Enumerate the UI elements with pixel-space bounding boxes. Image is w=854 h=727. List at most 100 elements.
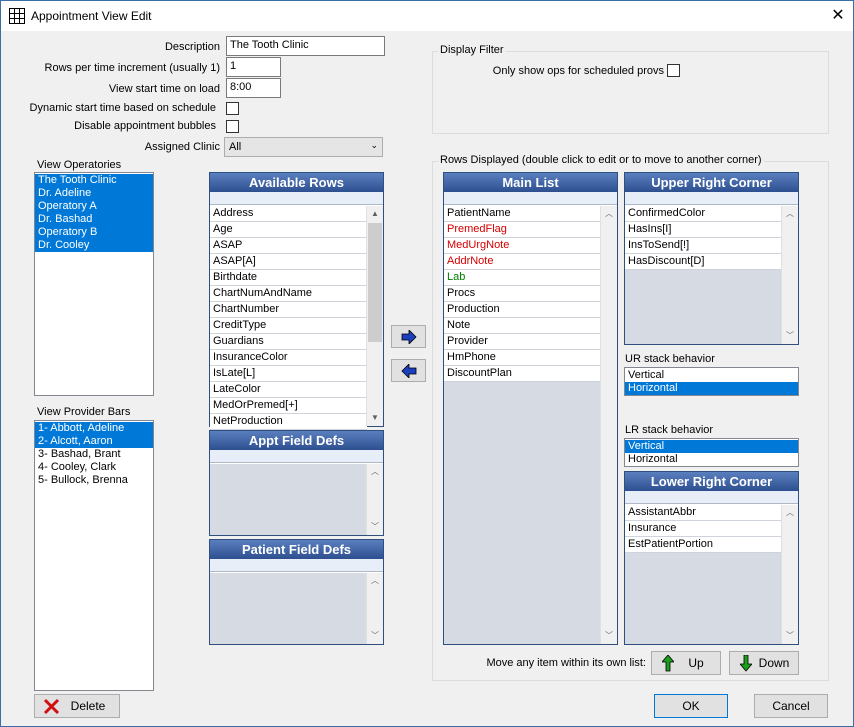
provider-item[interactable]: 1- Abbott, Adeline — [35, 422, 153, 435]
move-up-button[interactable]: Up — [651, 651, 721, 675]
description-field[interactable]: The Tooth Clinic — [226, 36, 385, 56]
upper-right-row[interactable]: HasIns[I] — [625, 222, 782, 238]
available-row[interactable]: ASAP[A] — [210, 254, 367, 270]
assigned-clinic-select[interactable]: All ⌄ — [224, 137, 383, 157]
scroll-down-icon[interactable]: ▼ — [367, 410, 383, 426]
available-row[interactable]: CreditType — [210, 318, 367, 334]
main-list-row[interactable]: DiscountPlan — [444, 366, 601, 382]
dynamic-start-checkbox[interactable] — [226, 102, 239, 115]
provider-item[interactable]: 5- Bullock, Brenna — [35, 474, 153, 487]
lr-stack-option[interactable]: Horizontal — [625, 453, 798, 466]
move-right-button[interactable] — [391, 325, 426, 348]
disable-bubbles-label: Disable appointment bubbles — [74, 120, 216, 132]
lower-right-title: Lower Right Corner — [625, 472, 798, 491]
available-row[interactable]: InsuranceColor — [210, 350, 367, 366]
scroll-up-icon[interactable]: ︿ — [367, 464, 383, 480]
available-row[interactable]: Guardians — [210, 334, 367, 350]
available-rows-grid[interactable]: Available Rows Address Age ASAP ASAP[A] Birt… — [209, 172, 384, 430]
operatories-list[interactable]: The Tooth Clinic Dr. Adeline Operatory A Dr… — [34, 172, 154, 396]
patient-field-defs-grid[interactable]: Patient Field Defs ︿ ﹀ — [209, 539, 384, 645]
provider-item[interactable]: 3- Bashad, Brant — [35, 448, 153, 461]
available-row[interactable]: IsLate[L] — [210, 366, 367, 382]
ok-button[interactable]: OK — [654, 694, 728, 718]
operatory-item[interactable]: Dr. Adeline — [35, 187, 153, 200]
rows-per-increment-field[interactable]: 1 — [226, 57, 281, 77]
main-list-row[interactable]: MedUrgNote — [444, 238, 601, 254]
lr-stack-list[interactable]: Vertical Horizontal — [624, 438, 799, 467]
main-list-row[interactable]: Procs — [444, 286, 601, 302]
upper-right-grid[interactable]: Upper Right Corner ConfirmedColor HasIns[… — [624, 172, 799, 345]
available-row[interactable]: Address — [210, 206, 367, 222]
available-row[interactable]: Birthdate — [210, 270, 367, 286]
upper-right-row[interactable]: InsToSend[!] — [625, 238, 782, 254]
scroll-up-icon[interactable]: ︿ — [782, 505, 798, 521]
only-show-ops-checkbox[interactable] — [667, 64, 680, 77]
ur-stack-list[interactable]: Vertical Horizontal — [624, 367, 799, 396]
only-show-ops-label: Only show ops for scheduled provs — [492, 65, 664, 77]
scroll-up-icon[interactable]: ▲ — [367, 206, 383, 222]
operatory-item[interactable]: Dr. Bashad — [35, 213, 153, 226]
scroll-down-icon[interactable]: ﹀ — [782, 328, 798, 344]
available-row[interactable]: ChartNumber — [210, 302, 367, 318]
appt-field-defs-grid[interactable]: Appt Field Defs ︿ ﹀ — [209, 430, 384, 536]
patient-field-defs-scrollbar[interactable]: ︿ ﹀ — [366, 573, 383, 644]
scroll-down-icon[interactable]: ﹀ — [367, 519, 383, 535]
upper-right-scrollbar[interactable]: ︿ ﹀ — [781, 206, 798, 344]
operatory-item[interactable]: Dr. Cooley — [35, 239, 153, 252]
main-list-scrollbar[interactable]: ︿ ﹀ — [600, 206, 617, 644]
appt-field-defs-scrollbar[interactable]: ︿ ﹀ — [366, 464, 383, 535]
upper-right-title: Upper Right Corner — [625, 173, 798, 192]
provider-item[interactable]: 4- Cooley, Clark — [35, 461, 153, 474]
scroll-up-icon[interactable]: ︿ — [601, 206, 617, 222]
lower-right-row[interactable]: Insurance — [625, 521, 782, 537]
scroll-thumb[interactable] — [368, 223, 382, 342]
main-list-row[interactable]: PremedFlag — [444, 222, 601, 238]
provider-bars-list[interactable]: 1- Abbott, Adeline 2- Alcott, Aaron 3- Bas… — [34, 420, 154, 691]
move-left-button[interactable] — [391, 359, 426, 382]
available-rows-scrollbar[interactable]: ▲ ▼ — [366, 206, 383, 426]
scroll-down-icon[interactable]: ﹀ — [367, 628, 383, 644]
upper-right-row[interactable]: ConfirmedColor — [625, 206, 782, 222]
available-row[interactable]: ChartNumAndName — [210, 286, 367, 302]
available-row[interactable]: Age — [210, 222, 367, 238]
available-row[interactable]: NetProduction — [210, 414, 367, 430]
available-row[interactable]: ASAP — [210, 238, 367, 254]
view-provider-bars-label: View Provider Bars — [37, 406, 131, 418]
title-bar: Appointment View Edit ✕ — [1, 1, 853, 31]
main-list-row[interactable]: Production — [444, 302, 601, 318]
available-row[interactable]: LateColor — [210, 382, 367, 398]
main-list-row[interactable]: Note — [444, 318, 601, 334]
operatory-item[interactable]: The Tooth Clinic — [35, 174, 153, 187]
display-filter-group — [432, 51, 829, 134]
scroll-down-icon[interactable]: ﹀ — [601, 628, 617, 644]
provider-item[interactable]: 2- Alcott, Aaron — [35, 435, 153, 448]
scroll-down-icon[interactable]: ﹀ — [782, 628, 798, 644]
main-list-row[interactable]: PatientName — [444, 206, 601, 222]
lower-right-row[interactable]: EstPatientPortion — [625, 537, 782, 553]
main-list-row[interactable]: Provider — [444, 334, 601, 350]
main-list-title: Main List — [444, 173, 617, 192]
available-row[interactable]: MedOrPremed[+] — [210, 398, 367, 414]
ur-stack-option[interactable]: Horizontal — [625, 382, 798, 395]
lower-right-grid[interactable]: Lower Right Corner AssistantAbbr Insuranc… — [624, 471, 799, 645]
move-down-button[interactable]: Down — [729, 651, 799, 675]
upper-right-row[interactable]: HasDiscount[D] — [625, 254, 782, 270]
operatory-item[interactable]: Operatory B — [35, 226, 153, 239]
ur-stack-option[interactable]: Vertical — [625, 369, 798, 382]
dynamic-start-label: Dynamic start time based on schedule — [29, 102, 216, 114]
lr-stack-option[interactable]: Vertical — [625, 440, 798, 453]
lower-right-scrollbar[interactable]: ︿ ﹀ — [781, 505, 798, 644]
main-list-row[interactable]: AddrNote — [444, 254, 601, 270]
lower-right-row[interactable]: AssistantAbbr — [625, 505, 782, 521]
operatory-item[interactable]: Operatory A — [35, 200, 153, 213]
cancel-button[interactable]: Cancel — [754, 694, 828, 718]
close-icon[interactable]: ✕ — [823, 5, 853, 27]
main-list-row[interactable]: HmPhone — [444, 350, 601, 366]
scroll-up-icon[interactable]: ︿ — [782, 206, 798, 222]
disable-bubbles-checkbox[interactable] — [226, 120, 239, 133]
scroll-up-icon[interactable]: ︿ — [367, 573, 383, 589]
delete-button[interactable]: Delete — [34, 694, 120, 718]
main-list-grid[interactable]: Main List PatientName PremedFlag MedUrgNot… — [443, 172, 618, 645]
main-list-row[interactable]: Lab — [444, 270, 601, 286]
start-time-field[interactable]: 8:00 — [226, 78, 281, 98]
